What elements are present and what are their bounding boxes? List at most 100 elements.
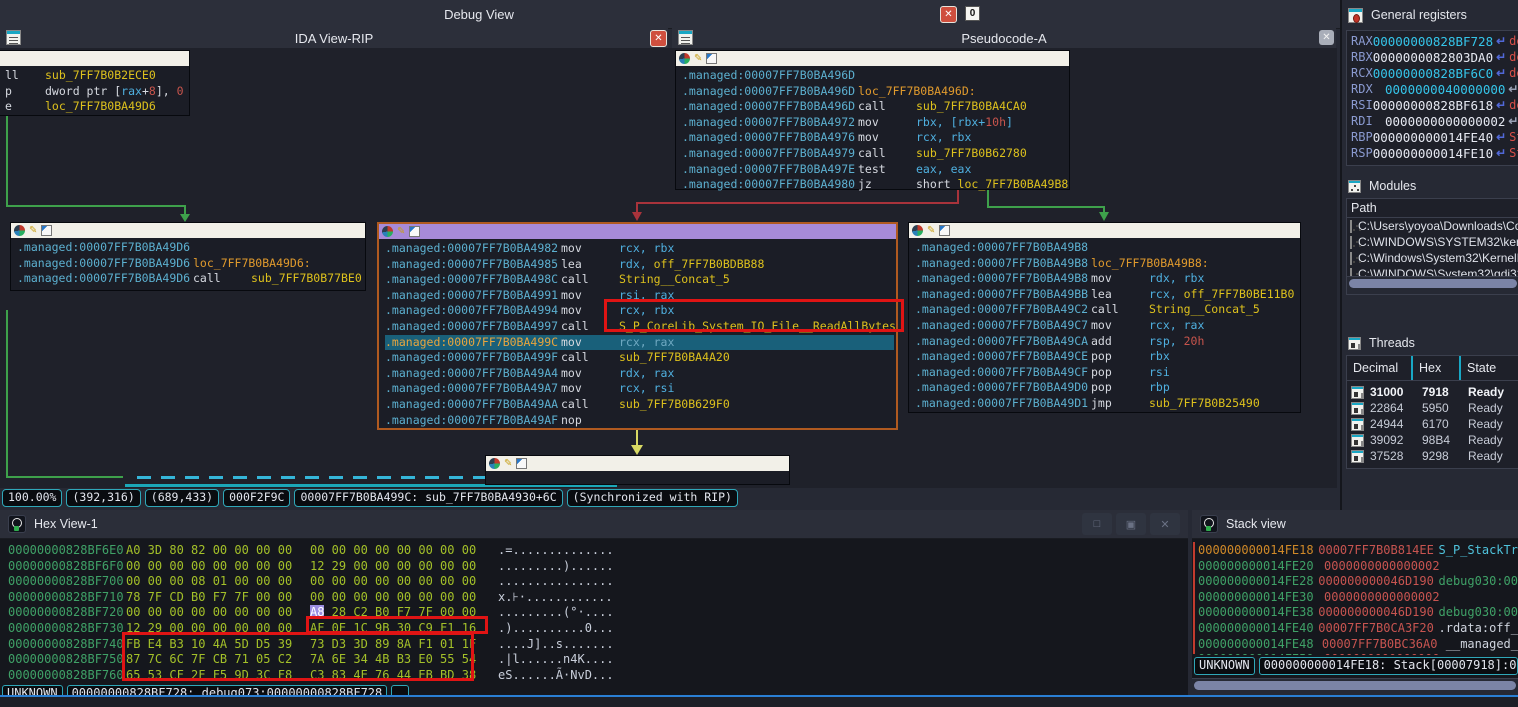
pie-chart-icon[interactable] <box>382 226 393 237</box>
modules-column-path[interactable]: Path <box>1347 199 1518 218</box>
asm-line[interactable]: .managed:00007FF7B0BA496Dcallsub_7FF7B0B… <box>682 99 1069 115</box>
register-row[interactable]: RSI00000000828BF618↵de <box>1347 97 1518 113</box>
hex-ascii[interactable]: eS......Ã·NvD... <box>498 668 614 684</box>
asm-line[interactable]: .managed:00007FF7B0BA49D6callsub_7FF7B0B… <box>17 271 365 287</box>
close-icon[interactable]: ✕ <box>940 6 957 23</box>
hex-ascii[interactable]: ................ <box>498 574 614 590</box>
block-title[interactable]: ✎ <box>379 224 896 239</box>
hex-bytes-group2[interactable]: C3 83 4E 76 44 EB BD 38 <box>310 668 478 684</box>
chart-icon[interactable] <box>409 226 420 237</box>
hex-view-titlebar[interactable]: Hex View-1 □ ▣ ✕ <box>0 510 1188 539</box>
asm-line[interactable]: .managed:00007FF7B0BA49B8loc_7FF7B0BA49B… <box>915 256 1300 272</box>
follow-arrow-icon[interactable]: ↵ <box>1508 82 1518 96</box>
hex-row[interactable]: 00000000828BF71078 7F CD B0 F7 7F 00 000… <box>0 590 1188 606</box>
register-row[interactable]: RCX00000000828BF6C0↵de <box>1347 65 1518 81</box>
maximize-icon[interactable]: □ <box>1082 513 1112 535</box>
stack-row[interactable]: 000000000014FE1800007FF7B0B814EES_P_Stac… <box>1192 543 1518 559</box>
stack-value[interactable]: 000000000046D190 <box>1318 605 1438 621</box>
asm-line[interactable]: .managed:00007FF7B0BA4991movrsi, rax <box>385 288 896 304</box>
pie-chart-icon[interactable] <box>679 53 690 64</box>
thread-row[interactable]: 3909298B4Ready <box>1347 432 1518 448</box>
register-row[interactable]: RSP000000000014FE10↵St <box>1347 145 1518 161</box>
hex-bytes-group2[interactable]: 00 00 00 00 00 00 00 00 <box>310 590 478 606</box>
asm-line[interactable]: .managed:00007FF7B0BA49A4movrdx, rax <box>385 366 896 382</box>
stack-value[interactable]: 0000000000000000 <box>1324 652 1450 655</box>
follow-arrow-icon[interactable]: ↵ <box>1496 146 1506 160</box>
asm-line[interactable]: .managed:00007FF7B0BA498CcallString__Con… <box>385 272 896 288</box>
stack-value[interactable]: 00007FF7B0CA3F20 <box>1318 621 1438 637</box>
asm-line[interactable]: .managed:00007FF7B0BA4985leardx, off_7FF… <box>385 257 896 273</box>
thread-row[interactable]: 310007918Ready <box>1347 384 1518 400</box>
module-row[interactable]: C:\Windows\System32\KernelB <box>1347 250 1518 266</box>
asm-line[interactable]: .managed:00007FF7B0BA49AAcallsub_7FF7B0B… <box>385 397 896 413</box>
asm-line[interactable]: llsub_7FF7B0B2ECE0 <box>5 68 189 84</box>
chart-icon[interactable] <box>41 225 52 236</box>
stack-row[interactable]: 000000000014FE500000000000000000 <box>1192 652 1518 655</box>
follow-arrow-icon[interactable]: ↵ <box>1496 66 1506 80</box>
hex-bytes-group2[interactable]: A8 28 C2 B0 F7 7F 00 00 <box>310 605 478 621</box>
chart-icon[interactable] <box>516 458 527 469</box>
asm-line[interactable]: .managed:00007FF7B0BA4994movrcx, rbx <box>385 303 896 319</box>
stack-rows[interactable]: 000000000014FE1800007FF7B0B814EES_P_Stac… <box>1192 539 1518 655</box>
asm-line[interactable]: .managed:00007FF7B0BA496Dloc_7FF7B0BA496… <box>682 84 1069 100</box>
close-icon[interactable]: ✕ <box>1319 30 1334 45</box>
asm-line[interactable]: .managed:00007FF7B0BA49A7movrcx, rsi <box>385 381 896 397</box>
basic-block-4982-current[interactable]: ✎ .managed:00007FF7B0BA4982movrcx, rbx.m… <box>377 222 898 430</box>
scrollbar-thumb[interactable] <box>1349 279 1517 288</box>
asm-line[interactable]: .managed:00007FF7B0BA49CAaddrsp, 20h <box>915 334 1300 350</box>
follow-arrow-icon[interactable]: ↵ <box>1496 34 1506 48</box>
block-title[interactable]: ✎ <box>486 456 789 471</box>
hex-ascii[interactable]: .........)...... <box>498 559 614 575</box>
module-row[interactable]: C:\WINDOWS\SYSTEM32\kerne <box>1347 234 1518 250</box>
stack-row[interactable]: 000000000014FE38000000000046D190debug030… <box>1192 605 1518 621</box>
pencil-icon[interactable]: ✎ <box>694 54 702 64</box>
asm-line[interactable]: .managed:00007FF7B0BA4980jzshort loc_7FF… <box>682 177 1069 193</box>
asm-line[interactable]: .managed:00007FF7B0BA49CEpoprbx <box>915 349 1300 365</box>
pie-chart-icon[interactable] <box>14 225 25 236</box>
hex-bytes-group2[interactable]: 00 00 00 00 00 00 00 00 <box>310 543 478 559</box>
asm-line[interactable]: eloc_7FF7B0BA49D6 <box>5 99 189 115</box>
asm-line[interactable]: .managed:00007FF7B0BA49B8movrdx, rbx <box>915 271 1300 287</box>
stack-view-titlebar[interactable]: Stack view <box>1192 510 1518 539</box>
threads-column-headers[interactable]: Decimal Hex State <box>1347 356 1518 381</box>
restore-icon[interactable]: ▣ <box>1116 513 1146 535</box>
stack-value[interactable]: 0000000000000002 <box>1324 559 1450 575</box>
module-row[interactable]: C:\Users\yoyoa\Downloads\Co <box>1347 218 1518 234</box>
stack-row[interactable]: 000000000014FE4800007FF7B0BC36A0__manage… <box>1192 637 1518 653</box>
register-row[interactable]: RBP000000000014FE40↵St <box>1347 129 1518 145</box>
hex-bytes-group1[interactable]: 00 00 00 08 01 00 00 00 <box>126 574 294 590</box>
follow-arrow-icon[interactable]: ↵ <box>1496 50 1506 64</box>
block-title[interactable]: ✎ <box>11 223 365 238</box>
register-value[interactable]: 0000000082803DA0 <box>1373 50 1493 65</box>
workspace-tab-debug-view[interactable]: Debug View <box>0 0 958 28</box>
hex-bytes-group1[interactable]: 00 00 00 00 00 00 00 00 <box>126 559 294 575</box>
register-value[interactable]: 00000000828BF618 <box>1373 98 1493 113</box>
hex-row[interactable]: 00000000828BF75087 7C 6C 7F CB 71 05 C27… <box>0 652 1188 668</box>
hex-bytes-group1[interactable]: 00 00 00 00 00 00 00 00 <box>126 605 294 621</box>
asm-line[interactable]: .managed:00007FF7B0BA49D1jmpsub_7FF7B0B2… <box>915 396 1300 412</box>
register-row[interactable]: RAX00000000828BF728↵de <box>1347 33 1518 49</box>
hex-row[interactable]: 00000000828BF73012 29 00 00 00 00 00 00A… <box>0 621 1188 637</box>
column-decimal[interactable]: Decimal <box>1347 356 1413 380</box>
follow-arrow-icon[interactable]: ↵ <box>1496 130 1506 144</box>
asm-line[interactable]: .managed:00007FF7B0BA497Etesteax, eax <box>682 162 1069 178</box>
column-hex[interactable]: Hex <box>1413 356 1461 380</box>
asm-line[interactable]: .managed:00007FF7B0BA49D6loc_7FF7B0BA49D… <box>17 256 365 272</box>
hex-row[interactable]: 00000000828BF72000 00 00 00 00 00 00 00A… <box>0 605 1188 621</box>
block-title[interactable]: ✎ <box>676 51 1069 66</box>
stack-row[interactable]: 000000000014FE28000000000046D190debug030… <box>1192 574 1518 590</box>
hex-bytes-group1[interactable]: 87 7C 6C 7F CB 71 05 C2 <box>126 652 294 668</box>
block-title[interactable] <box>0 51 189 66</box>
modules-header[interactable]: Modules <box>1342 174 1518 198</box>
asm-line[interactable]: .managed:00007FF7B0BA4979callsub_7FF7B0B… <box>682 146 1069 162</box>
chart-icon[interactable] <box>939 225 950 236</box>
hex-bytes-group1[interactable]: 78 7F CD B0 F7 7F 00 00 <box>126 590 294 606</box>
modules-hscrollbar[interactable] <box>1347 276 1518 294</box>
hex-ascii[interactable]: .=.............. <box>498 543 614 559</box>
hex-ascii[interactable]: .........(°·.... <box>498 605 614 621</box>
asm-line[interactable]: .managed:00007FF7B0BA49C2callString__Con… <box>915 302 1300 318</box>
basic-block-49b8[interactable]: ✎ .managed:00007FF7B0BA49B8.managed:0000… <box>908 222 1301 413</box>
follow-arrow-icon[interactable]: ↵ <box>1508 114 1518 128</box>
scrollbar-thumb[interactable] <box>1194 681 1516 690</box>
block-title[interactable]: ✎ <box>909 223 1300 238</box>
